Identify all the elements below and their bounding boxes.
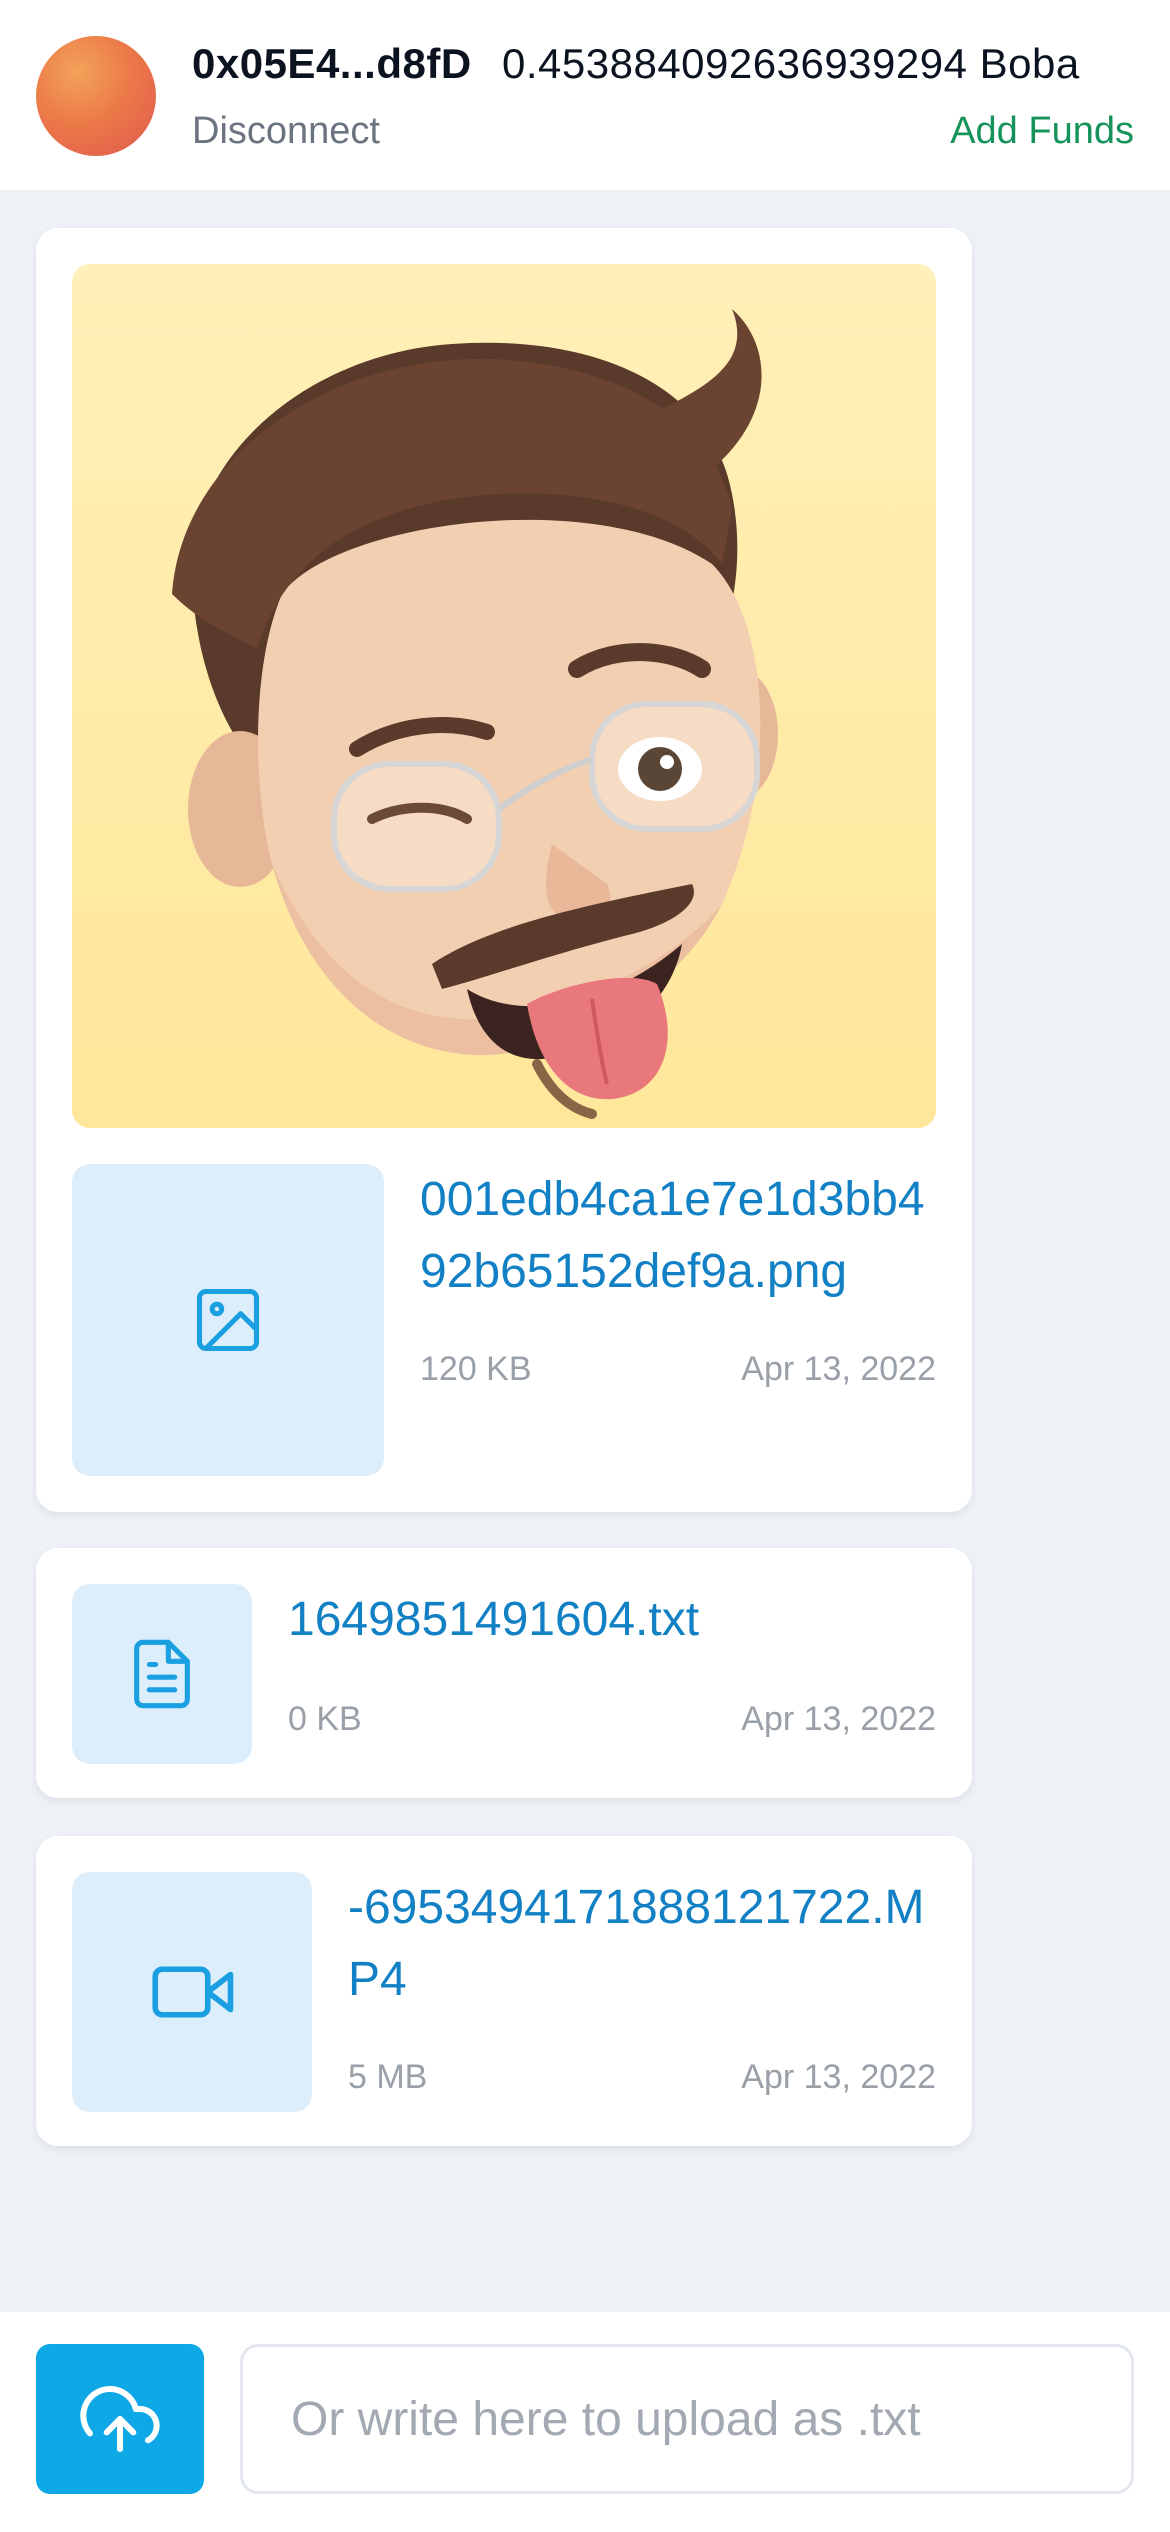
file-name-link[interactable]: -6953494171888121722.MP4 [348, 1872, 948, 2016]
file-date: Apr 13, 2022 [741, 1700, 936, 1738]
file-card[interactable]: 1649851491604.txt 0 KB Apr 13, 2022 [36, 1548, 972, 1798]
file-card[interactable]: 001edb4ca1e7e1d3bb492b65152def9a.png 120… [36, 228, 972, 1512]
upload-button[interactable] [36, 2344, 204, 2494]
wallet-address: 0x05E4...d8fD [192, 40, 472, 87]
document-icon [134, 1639, 190, 1709]
file-size: 0 KB [288, 1700, 362, 1738]
disconnect-link[interactable]: Disconnect [192, 110, 380, 153]
file-date: Apr 13, 2022 [741, 1350, 936, 1388]
add-funds-link[interactable]: Add Funds [950, 110, 1134, 153]
upload-text-input[interactable] [240, 2344, 1134, 2494]
file-thumbnail[interactable] [72, 1584, 252, 1764]
avatar [36, 36, 156, 156]
file-size: 120 KB [420, 1350, 532, 1388]
cloud-upload-icon [80, 2386, 160, 2452]
file-size: 5 MB [348, 2058, 428, 2096]
file-thumbnail[interactable] [72, 1164, 384, 1476]
file-date: Apr 13, 2022 [741, 2058, 936, 2096]
upload-footer [0, 2312, 1170, 2532]
image-preview[interactable] [72, 264, 936, 1128]
file-name-link[interactable]: 001edb4ca1e7e1d3bb492b65152def9a.png [420, 1164, 940, 1308]
wallet-balance: 0.45388409263693929​4 Boba [502, 40, 1080, 87]
memoji-image [172, 309, 778, 1119]
image-icon [196, 1288, 260, 1352]
video-icon [152, 1966, 234, 2018]
wallet-header: 0x05E4...d8fD 0.45388409263693929​4 Boba… [0, 0, 1170, 190]
file-thumbnail[interactable] [72, 1872, 312, 2112]
file-card[interactable]: -6953494171888121722.MP4 5 MB Apr 13, 20… [36, 1836, 972, 2146]
file-name-link[interactable]: 1649851491604.txt [288, 1584, 928, 1656]
